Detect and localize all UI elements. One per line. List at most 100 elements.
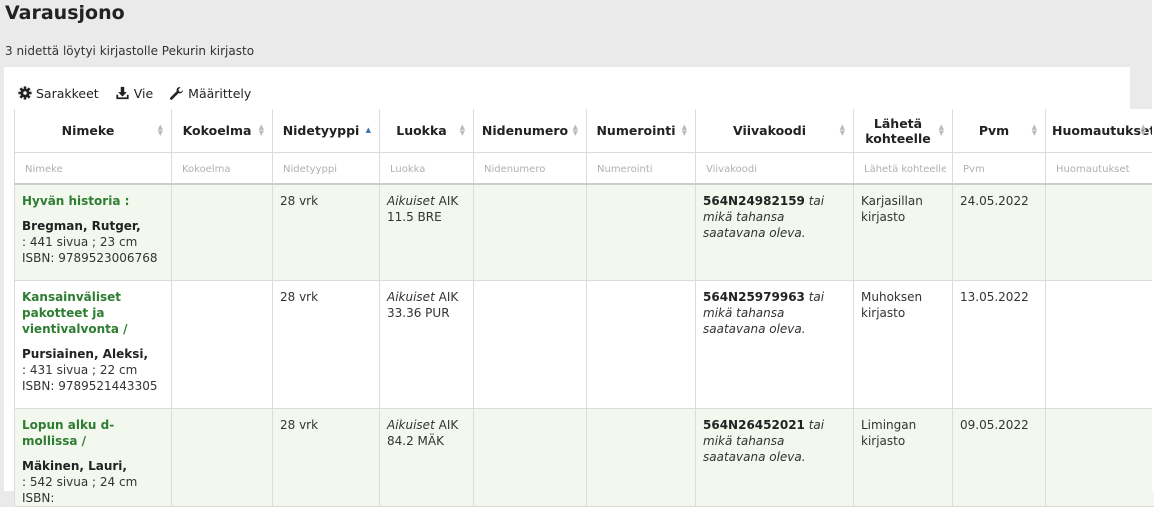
sort-icon: ▲▼ — [682, 124, 687, 136]
date-cell: 24.05.2022 — [953, 184, 1046, 281]
table-row: Hyvän historia :Bregman, Rutger,: 441 si… — [15, 184, 1154, 281]
barcode: 564N26452021 — [703, 418, 805, 432]
author: Pursiainen, Aleksi, — [22, 346, 164, 362]
filter-input-nimeke[interactable] — [23, 163, 167, 176]
table-row: Kansainväliset pakotteet ja vientivalvon… — [15, 281, 1154, 409]
filter-input-viivakoodi[interactable] — [704, 163, 849, 176]
settings-button-label: Määrittely — [188, 86, 251, 101]
sort-icon: ▲▼ — [939, 124, 944, 136]
filter-input-laheta-kohteelle[interactable] — [862, 163, 948, 176]
column-header-luokka[interactable]: Luokka▲▼ — [380, 109, 474, 153]
collection-cell — [172, 281, 273, 409]
date-cell: 13.05.2022 — [953, 281, 1046, 409]
filter-cell — [1046, 153, 1154, 185]
filter-cell — [587, 153, 696, 185]
filter-input-numerointi[interactable] — [595, 163, 691, 176]
columns-button-label: Sarakkeet — [36, 86, 99, 101]
filter-input-pvm[interactable] — [961, 163, 1041, 176]
item-number-cell — [474, 184, 587, 281]
notes-cell — [1046, 281, 1154, 409]
columns-button[interactable]: Sarakkeet — [18, 86, 99, 101]
date-cell-value: 24.05.2022 — [960, 194, 1029, 208]
column-header-label: Nidetyyppi — [283, 123, 360, 138]
sort-icon: ▲ — [366, 127, 371, 133]
column-header-label: Luokka — [396, 123, 447, 138]
column-header-label: Nidenumero — [482, 123, 568, 138]
send-to-cell-value: Karjasillan kirjasto — [861, 194, 923, 224]
filter-input-luokka[interactable] — [388, 163, 469, 176]
collection-cell — [172, 409, 273, 507]
filter-row — [15, 153, 1154, 185]
column-header-nidenumero[interactable]: Nidenumero ▲▼ — [474, 109, 587, 153]
barcode-cell: 564N25979963 tai mikä tahansa saatavana … — [696, 281, 854, 409]
column-header-nimeke[interactable]: Nimeke▲▼ — [15, 109, 172, 153]
filter-cell — [953, 153, 1046, 185]
filter-cell — [854, 153, 953, 185]
notes-cell — [1046, 184, 1154, 281]
filter-cell — [474, 153, 587, 185]
column-header-label: Viivakoodi — [733, 123, 806, 138]
barcode: 564N24982159 — [703, 194, 805, 208]
itemtype-cell-value: 28 vrk — [280, 290, 318, 304]
filter-cell — [273, 153, 380, 185]
notes-cell — [1046, 409, 1154, 507]
filter-input-nidenumero[interactable] — [482, 163, 582, 176]
sort-icon: ▲▼ — [573, 124, 578, 136]
column-header-label: Huomautukset — [1052, 123, 1154, 138]
wrench-icon — [169, 86, 184, 101]
date-cell: 09.05.2022 — [953, 409, 1046, 507]
title-link[interactable]: Lopun alku d-mollissa / — [22, 417, 164, 449]
itemtype-cell: 28 vrk — [273, 184, 380, 281]
sort-icon: ▲▼ — [259, 124, 264, 136]
barcode: 564N25979963 — [703, 290, 805, 304]
filter-input-nidetyyppi[interactable] — [281, 163, 375, 176]
numbering-cell — [587, 184, 696, 281]
column-header-label: Kokoelma — [183, 123, 252, 138]
barcode-cell: 564N24982159 tai mikä tahansa saatavana … — [696, 184, 854, 281]
item-number-cell — [474, 409, 587, 507]
date-cell-value: 09.05.2022 — [960, 418, 1029, 432]
location-cell: Aikuiset AIK 84.2 MÄK — [380, 409, 474, 507]
column-header-huomautukset[interactable]: Huomautukset▲▼ — [1046, 109, 1154, 153]
collection-cell — [172, 184, 273, 281]
filter-input-kokoelma[interactable] — [180, 163, 268, 176]
filter-cell — [696, 153, 854, 185]
physical-description: : 431 sivua ; 22 cm ISBN: 9789521443305 — [22, 362, 164, 394]
shelving-location: Aikuiset — [387, 418, 435, 432]
page-title: Varausjono — [5, 2, 125, 24]
column-header-kokoelma[interactable]: Kokoelma ▲▼ — [172, 109, 273, 153]
table-row: Lopun alku d-mollissa /Mäkinen, Lauri,: … — [15, 409, 1154, 507]
send-to-cell: Muhoksen kirjasto — [854, 281, 953, 409]
settings-button[interactable]: Määrittely — [169, 86, 251, 101]
send-to-cell-value: Limingan kirjasto — [861, 418, 916, 448]
filter-input-huomautukset[interactable] — [1054, 163, 1150, 176]
title-link[interactable]: Hyvän historia : — [22, 193, 164, 209]
item-number-cell — [474, 281, 587, 409]
sort-icon: ▲▼ — [1032, 124, 1037, 136]
itemtype-cell-value: 28 vrk — [280, 194, 318, 208]
location-cell: Aikuiset AIK 11.5 BRE — [380, 184, 474, 281]
gear-icon — [18, 86, 32, 100]
hold-queue-table: Nimeke▲▼Kokoelma▲▼Nidetyyppi▲Luokka▲▼Nid… — [14, 109, 1154, 507]
download-icon — [115, 86, 130, 100]
title-link[interactable]: Kansainväliset pakotteet ja vientivalvon… — [22, 289, 164, 337]
physical-description: : 441 sivua ; 23 cm ISBN: 9789523006768 — [22, 234, 164, 266]
shelving-location: Aikuiset — [387, 290, 435, 304]
location-cell: Aikuiset AIK 33.36 PUR — [380, 281, 474, 409]
numbering-cell — [587, 409, 696, 507]
shelving-location: Aikuiset — [387, 194, 435, 208]
results-summary: 3 nidettä löytyi kirjastolle Pekurin kir… — [5, 44, 254, 58]
column-header-viivakoodi[interactable]: Viivakoodi ▲▼ — [696, 109, 854, 153]
column-header-numerointi[interactable]: Numerointi ▲▼ — [587, 109, 696, 153]
itemtype-cell: 28 vrk — [273, 409, 380, 507]
date-cell-value: 13.05.2022 — [960, 290, 1029, 304]
sort-icon: ▲▼ — [1141, 124, 1146, 136]
column-header-nidetyyppi[interactable]: Nidetyyppi ▲ — [273, 109, 380, 153]
header-row: Nimeke▲▼Kokoelma▲▼Nidetyyppi▲Luokka▲▼Nid… — [15, 109, 1154, 153]
column-header-label: Numerointi — [596, 123, 675, 138]
numbering-cell — [587, 281, 696, 409]
sort-icon: ▲▼ — [840, 124, 845, 136]
column-header-laheta-kohteelle[interactable]: Lähetä kohteelle▲▼ — [854, 109, 953, 153]
export-button[interactable]: Vie — [115, 86, 153, 101]
column-header-pvm[interactable]: Pvm▲▼ — [953, 109, 1046, 153]
